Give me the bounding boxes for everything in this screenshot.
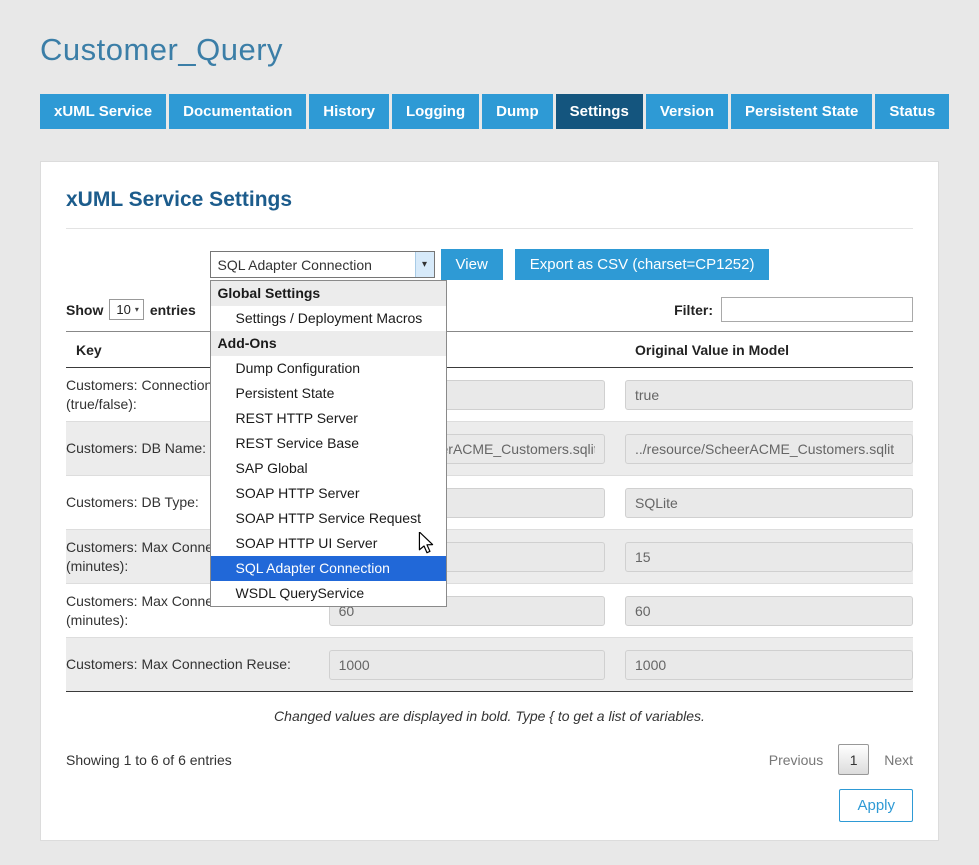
column-header-original-value-in-model: Original Value in Model — [625, 332, 913, 368]
tab-settings[interactable]: Settings — [556, 94, 643, 129]
next-button[interactable]: Next — [884, 752, 913, 768]
settings-card: xUML Service Settings SQL Adapter Connec… — [40, 161, 939, 841]
filter-label: Filter: — [674, 302, 713, 318]
tab-logging[interactable]: Logging — [392, 94, 479, 129]
tab-dump[interactable]: Dump — [482, 94, 553, 129]
setting-value-cell — [329, 638, 625, 692]
dropdown-item-persistent-state[interactable]: Persistent State — [211, 381, 446, 406]
show-entries: Show 10 ▾ entries — [66, 299, 196, 320]
show-label: Show — [66, 302, 103, 318]
category-dropdown: Global SettingsSettings / Deployment Mac… — [210, 280, 447, 607]
setting-original-input[interactable] — [625, 380, 913, 410]
table-row: Customers: Max Connection Age (minutes): — [66, 530, 913, 584]
setting-original-input[interactable] — [625, 650, 913, 680]
table-row: Customers: DB Type: — [66, 476, 913, 530]
entries-label: entries — [150, 302, 196, 318]
setting-original-cell — [625, 368, 913, 422]
table-row: Customers: Max Connection Idle Time (min… — [66, 584, 913, 638]
mouse-cursor-icon — [418, 532, 434, 555]
dropdown-group-global-settings: Global Settings — [211, 281, 446, 306]
dropdown-item-soap-http-service-request[interactable]: SOAP HTTP Service Request — [211, 506, 446, 531]
view-button[interactable]: View — [441, 249, 503, 280]
previous-button[interactable]: Previous — [769, 752, 823, 768]
filter-wrap: Filter: — [674, 297, 913, 322]
dropdown-item-sql-adapter-connection[interactable]: SQL Adapter Connection — [211, 556, 446, 581]
dropdown-item-rest-http-server[interactable]: REST HTTP Server — [211, 406, 446, 431]
page-number-button[interactable]: 1 — [838, 744, 869, 775]
tab-version[interactable]: Version — [646, 94, 728, 129]
setting-value-input[interactable] — [329, 650, 605, 680]
category-select[interactable]: SQL Adapter Connection ▾ — [210, 251, 435, 278]
table-row: Customers: Connection Pool (true/false): — [66, 368, 913, 422]
settings-toolbar: SQL Adapter Connection ▾ Global Settings… — [66, 249, 913, 280]
page-size-value: 10 — [116, 302, 130, 317]
showing-entries-text: Showing 1 to 6 of 6 entries — [66, 752, 232, 768]
dropdown-item-sap-global[interactable]: SAP Global — [211, 456, 446, 481]
category-select-value: SQL Adapter Connection — [218, 257, 372, 273]
setting-original-input[interactable] — [625, 542, 913, 572]
setting-original-input[interactable] — [625, 434, 913, 464]
dropdown-item-soap-http-ui-server[interactable]: SOAP HTTP UI Server — [211, 531, 446, 556]
tab-xuml-service[interactable]: xUML Service — [40, 94, 166, 129]
table-controls: Show 10 ▾ entries Filter: — [66, 297, 913, 322]
dropdown-item-rest-service-base[interactable]: REST Service Base — [211, 431, 446, 456]
setting-original-input[interactable] — [625, 488, 913, 518]
page: Customer_Query xUML ServiceDocumentation… — [0, 0, 979, 841]
dropdown-item-wsdl-queryservice[interactable]: WSDL QueryService — [211, 581, 446, 606]
setting-original-cell — [625, 530, 913, 584]
page-title: Customer_Query — [40, 32, 939, 68]
apply-row: Apply — [66, 789, 913, 822]
dropdown-item-dump-configuration[interactable]: Dump Configuration — [211, 356, 446, 381]
tab-history[interactable]: History — [309, 94, 389, 129]
pagination: Previous 1 Next — [769, 744, 913, 775]
table-row: Customers: DB Name: — [66, 422, 913, 476]
filter-input[interactable] — [721, 297, 913, 322]
tab-status[interactable]: Status — [875, 94, 949, 129]
setting-original-cell — [625, 422, 913, 476]
dropdown-item-settings-deployment-macros[interactable]: Settings / Deployment Macros — [211, 306, 446, 331]
table-note: Changed values are displayed in bold. Ty… — [66, 708, 913, 724]
chevron-down-icon: ▾ — [135, 305, 139, 314]
export-csv-button[interactable]: Export as CSV (charset=CP1252) — [515, 249, 770, 280]
chevron-down-icon: ▾ — [415, 252, 434, 277]
setting-key: Customers: Max Connection Reuse: — [66, 638, 329, 692]
table-row: Customers: Max Connection Reuse: — [66, 638, 913, 692]
dropdown-item-soap-http-server[interactable]: SOAP HTTP Server — [211, 481, 446, 506]
apply-button[interactable]: Apply — [839, 789, 913, 822]
setting-original-cell — [625, 584, 913, 638]
tab-bar: xUML ServiceDocumentationHistoryLoggingD… — [40, 94, 939, 129]
card-heading: xUML Service Settings — [66, 188, 913, 212]
setting-original-cell — [625, 638, 913, 692]
heading-divider — [66, 228, 913, 229]
settings-table: KeyValueOriginal Value in Model Customer… — [66, 331, 913, 692]
table-footer: Showing 1 to 6 of 6 entries Previous 1 N… — [66, 744, 913, 775]
page-size-select[interactable]: 10 ▾ — [109, 299, 143, 320]
tab-persistent-state[interactable]: Persistent State — [731, 94, 872, 129]
tab-documentation[interactable]: Documentation — [169, 94, 306, 129]
table-header-row: KeyValueOriginal Value in Model — [66, 332, 913, 368]
dropdown-group-add-ons: Add-Ons — [211, 331, 446, 356]
setting-original-cell — [625, 476, 913, 530]
setting-original-input[interactable] — [625, 596, 913, 626]
category-select-wrap: SQL Adapter Connection ▾ Global Settings… — [210, 251, 435, 278]
